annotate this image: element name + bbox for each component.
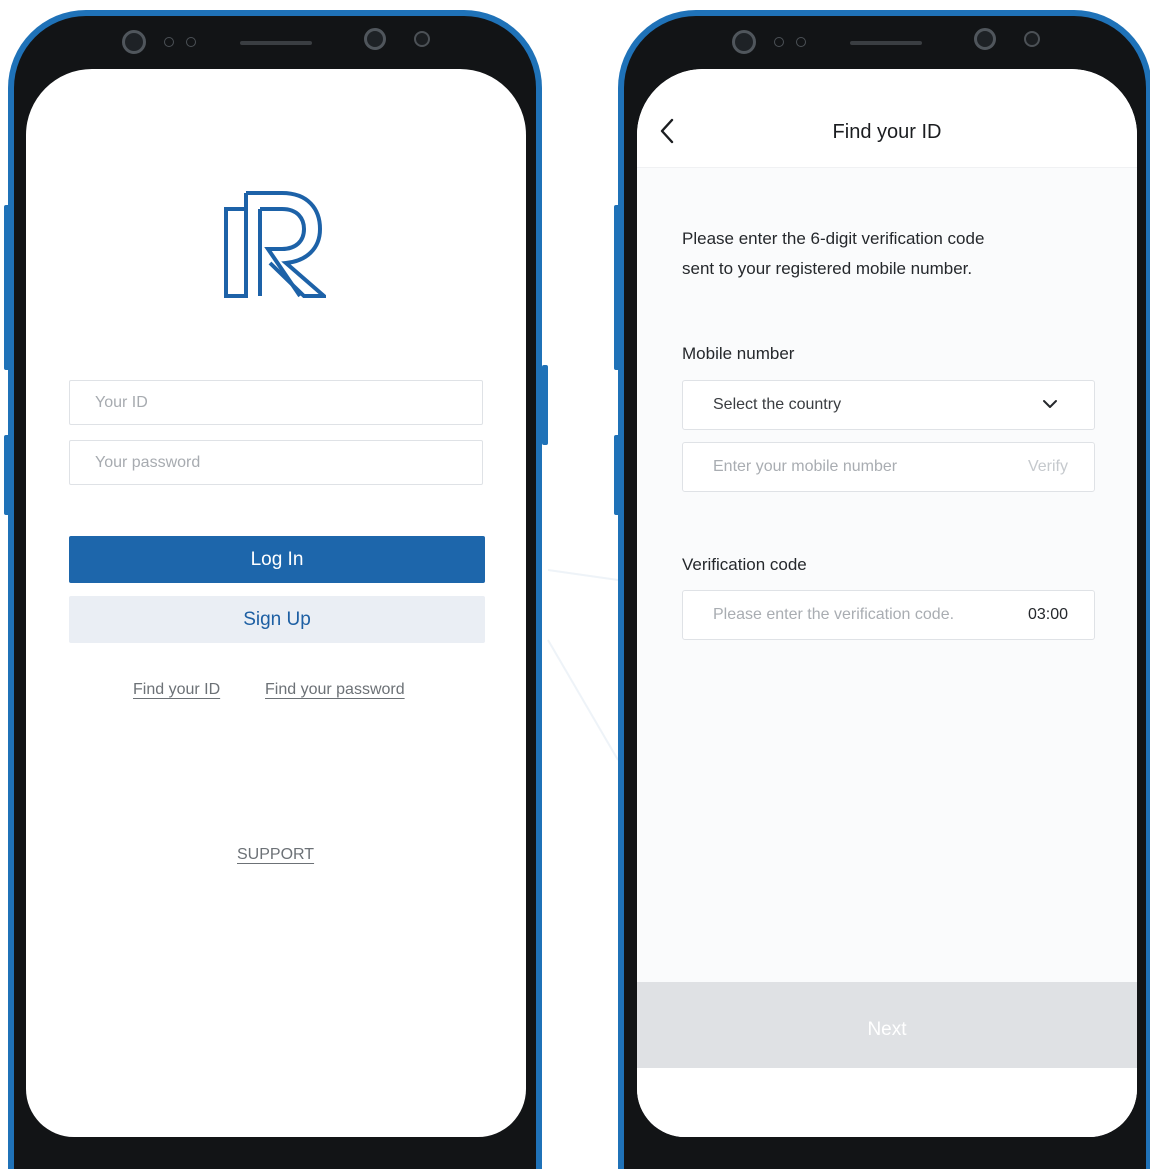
volume-button (614, 205, 620, 370)
iris-sensor-icon (414, 31, 430, 47)
mobile-number-input[interactable]: Enter your mobile number Verify (682, 442, 1095, 492)
verification-code-label: Verification code (682, 555, 807, 574)
form-background (637, 168, 1137, 982)
front-camera-icon (732, 30, 756, 54)
mobile-number-label: Mobile number (682, 344, 795, 363)
phone-bezel: Your ID Your password Log In Sign Up Fin… (14, 16, 536, 1169)
bottom-area (637, 1068, 1137, 1137)
chevron-down-icon (1043, 400, 1057, 408)
volume-button (4, 205, 10, 370)
find-id-link[interactable]: Find your ID (133, 681, 220, 699)
sensor-icon (796, 37, 806, 47)
phone-find-id: Find your ID Please enter the 6-digit ve… (614, 10, 1150, 1169)
id-input[interactable]: Your ID (69, 380, 483, 425)
bixby-button (614, 435, 620, 515)
phone-login: Your ID Your password Log In Sign Up Fin… (4, 10, 548, 1169)
power-button (542, 365, 548, 445)
sensor-icon (186, 37, 196, 47)
sensor-icon (164, 37, 174, 47)
front-camera-icon (122, 30, 146, 54)
iris-sensor-icon (1024, 31, 1040, 47)
signup-button[interactable]: Sign Up (69, 596, 485, 643)
id-placeholder: Your ID (95, 394, 148, 411)
r-logo-icon (224, 191, 326, 298)
countdown-timer: 03:00 (1027, 606, 1068, 623)
instruction-line: sent to your registered mobile number. (682, 259, 973, 278)
password-placeholder: Your password (95, 454, 201, 471)
password-input[interactable]: Your password (69, 440, 483, 485)
country-select-value: Select the country (713, 396, 842, 413)
sensor-icon (774, 37, 784, 47)
find-id-screen: Find your ID Please enter the 6-digit ve… (637, 69, 1137, 1137)
next-button[interactable]: Next (637, 982, 1137, 1068)
header: Find your ID (637, 69, 1137, 168)
mobile-number-placeholder: Enter your mobile number (713, 458, 898, 475)
earpiece-speaker (850, 41, 922, 45)
country-select[interactable]: Select the country (682, 380, 1095, 430)
verification-code-input[interactable]: Please enter the verification code. 03:0… (682, 590, 1095, 640)
iris-camera-icon (974, 28, 996, 50)
login-button[interactable]: Log In (69, 536, 485, 583)
phone-bezel: Find your ID Please enter the 6-digit ve… (624, 16, 1146, 1169)
iris-camera-icon (364, 28, 386, 50)
earpiece-speaker (240, 41, 312, 45)
bixby-button (4, 435, 10, 515)
verify-button[interactable]: Verify (1028, 443, 1068, 491)
support-link[interactable]: SUPPORT (237, 846, 314, 864)
instruction-text: Please enter the 6-digit verification co… (682, 224, 1082, 284)
find-password-link[interactable]: Find your password (265, 681, 405, 699)
login-screen: Your ID Your password Log In Sign Up Fin… (26, 69, 526, 1137)
instruction-line: Please enter the 6-digit verification co… (682, 229, 985, 248)
verification-code-placeholder: Please enter the verification code. (713, 606, 955, 623)
page-title: Find your ID (832, 121, 942, 143)
